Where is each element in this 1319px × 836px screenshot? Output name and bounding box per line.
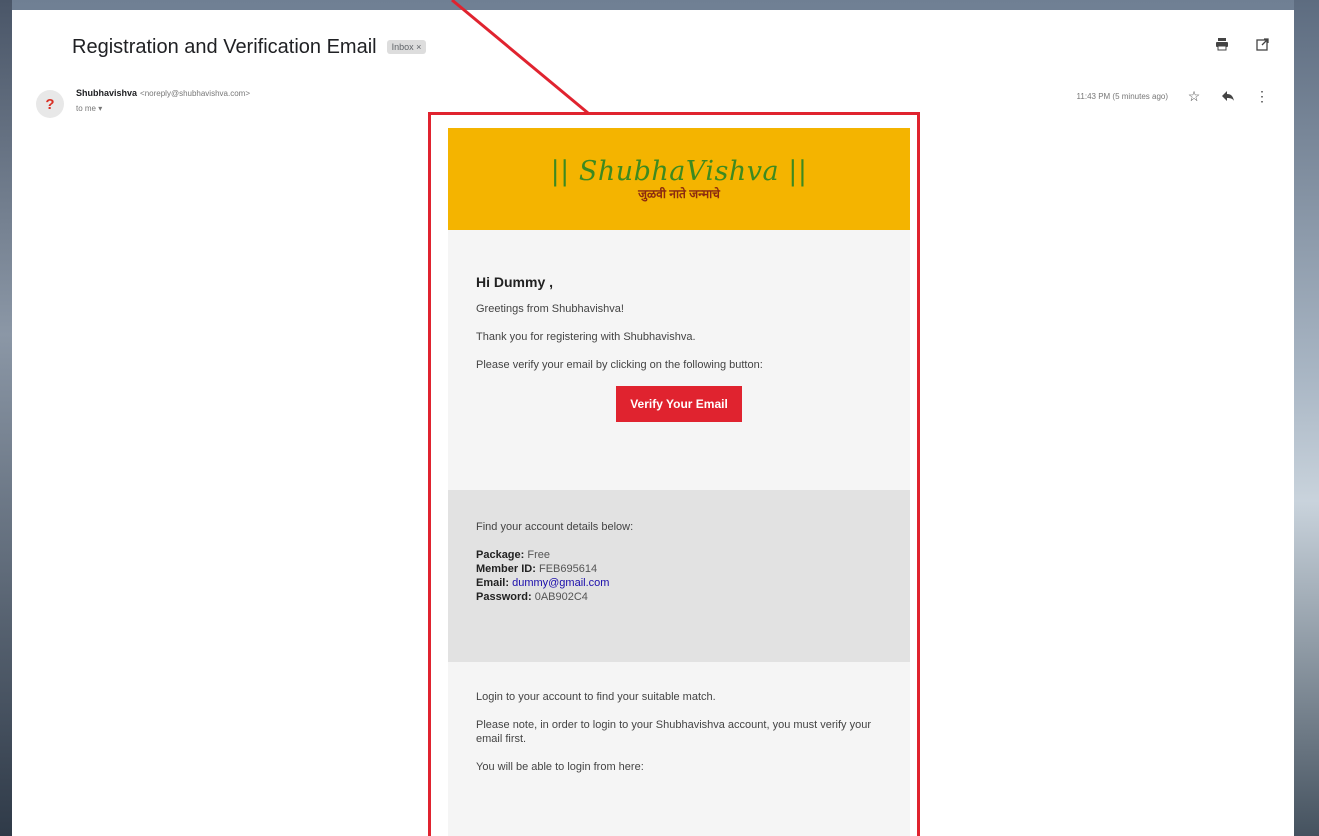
open-new-window-icon[interactable] [1254,36,1270,52]
verification-section: Hi Dummy , Greetings from Shubhavishva! … [448,230,910,490]
verify-email-button[interactable]: Verify Your Email [616,386,742,422]
member-id-row: Member ID: FEB695614 [476,562,882,576]
email-label: Email: [476,577,510,589]
reply-icon[interactable] [1220,88,1236,104]
package-value: Free [527,549,550,561]
sender-email: <noreply@shubhavishva.com> [140,89,250,98]
login-line: Login to your account to find your suita… [476,691,716,703]
login-from-here: You will be able to login from here: [476,761,644,773]
inbox-label-chip[interactable]: Inbox × [386,40,427,54]
email-row: Email: dummy@gmail.com [476,576,882,590]
password-row: Password: 0AB902C4 [476,590,882,604]
email-link[interactable]: dummy@gmail.com [512,577,609,589]
top-actions [1214,36,1270,52]
greeting-line: Greetings from Shubhavishva! [476,303,624,315]
timestamp: 11:43 PM (5 minutes ago) [1076,91,1168,101]
highlight-frame: || ShubhaVishva || जुळवी नाते जन्माचे Hi… [428,112,920,836]
verify-button-wrap: Verify Your Email [476,386,882,422]
brand-logo: || ShubhaVishva || [550,156,808,187]
email-body: || ShubhaVishva || जुळवी नाते जन्माचे Hi… [448,128,910,836]
package-label: Package: [476,549,525,561]
member-id-value: FEB695614 [538,563,598,575]
desktop-background-right [1294,0,1319,836]
thank-you-line: Thank you for registering with Shubhavis… [476,331,696,343]
sender-avatar[interactable]: ? [36,90,64,118]
package-row: Package: Free [476,548,882,562]
details-intro: Find your account details below: [476,521,634,533]
subject-row: Registration and Verification Email Inbo… [72,32,427,62]
greeting: Hi Dummy , [476,274,554,290]
brand-tagline: जुळवी नाते जन्माचे [638,187,720,201]
more-options-icon[interactable]: ⋮ [1254,88,1270,104]
verify-note: Please note, in order to login to your S… [476,719,871,745]
sender-name-text: Shubhavishva [76,88,138,98]
email-banner: || ShubhaVishva || जुळवी नाते जन्माचे [448,128,910,230]
password-value: 0AB902C4 [534,591,588,603]
recipient-dropdown[interactable]: to me ▾ [76,104,102,113]
password-label: Password: [476,591,532,603]
print-icon[interactable] [1214,36,1230,52]
account-details-section: Find your account details below: Package… [448,490,910,662]
desktop-background-left [0,0,12,836]
login-info-section: Login to your account to find your suita… [448,662,910,836]
message-actions: 11:43 PM (5 minutes ago) ☆ ⋮ [1077,88,1270,104]
star-icon[interactable]: ☆ [1186,88,1202,104]
email-subject: Registration and Verification Email [72,35,377,58]
member-id-label: Member ID: [476,563,536,575]
verify-instruction: Please verify your email by clicking on … [476,359,763,371]
sender-name[interactable]: Shubhavishva <noreply@shubhavishva.com> [76,88,250,98]
